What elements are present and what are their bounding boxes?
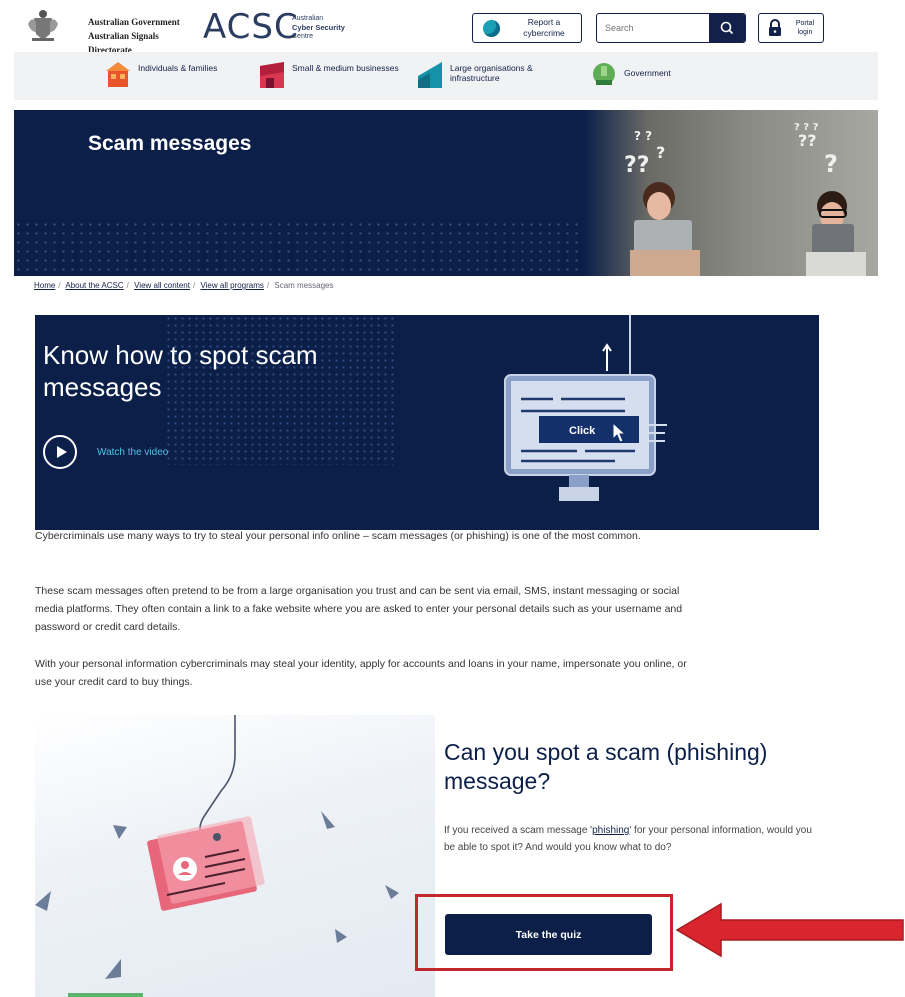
australian-government-logo[interactable]: Australian Government Australian Signals…: [28, 6, 198, 55]
intro-paragraph-2: These scam messages often pretend to be …: [35, 585, 683, 633]
quiz-heading: Can you spot a scam (phishing) message?: [444, 739, 768, 794]
breadcrumb-about-acsc[interactable]: About the ACSC: [65, 281, 123, 290]
hero-photo: ? ? ?? ? ? ? ? ?? ?: [584, 110, 878, 276]
svg-text:? ?: ? ?: [634, 129, 652, 143]
report-cybercrime-button[interactable]: Report a cybercrime: [472, 13, 582, 43]
building-icon: [418, 62, 442, 88]
breadcrumb-view-all-content[interactable]: View all content: [134, 281, 190, 290]
play-button[interactable]: [43, 435, 77, 469]
acsc-logo[interactable]: ACSC: [203, 10, 299, 44]
search-input[interactable]: [597, 14, 725, 42]
video-card: Know how to spot scam messages Watch the…: [35, 315, 819, 530]
svg-text:?: ?: [824, 150, 838, 178]
nav-item-government[interactable]: Government: [592, 62, 712, 90]
intro-paragraph-3: With your personal information cybercrim…: [35, 658, 687, 688]
coat-of-arms-icon: [28, 10, 58, 41]
phishing-hook-illustration: [35, 715, 399, 979]
quiz-illustration: [35, 715, 435, 997]
breadcrumb-current: Scam messages: [274, 281, 334, 290]
shop-icon: [260, 62, 284, 88]
search-icon: [720, 21, 734, 35]
confused-people-illustration: ? ? ?? ? ? ? ? ?? ?: [624, 122, 866, 276]
svg-text:??: ??: [798, 131, 817, 150]
hero-banner: ? ? ?? ? ? ? ? ?? ? Scam messages: [14, 110, 878, 276]
nav-item-large-organisations[interactable]: Large organisations & infrastructure: [418, 62, 568, 90]
bottom-accent-strip: [68, 993, 143, 997]
breadcrumb-view-all-programs[interactable]: View all programs: [200, 281, 263, 290]
highlight-box: [415, 894, 673, 971]
video-heading: Know how to spot scam messages: [43, 340, 318, 402]
breadcrumb: Home / About the ACSC / View all content / …: [34, 281, 334, 290]
globe-icon: [483, 20, 500, 37]
breadcrumb-home[interactable]: Home: [34, 281, 55, 290]
page-title: Scam messages: [88, 132, 252, 155]
search-button[interactable]: [709, 14, 745, 42]
search-bar: [596, 13, 746, 43]
acsc-logo-subtitle: Australian Cyber Security Centre: [292, 15, 345, 40]
house-icon: [106, 62, 130, 87]
nav-item-small-medium-businesses[interactable]: Small & medium businesses: [260, 62, 400, 90]
government-icon: [593, 63, 615, 85]
nav-item-individuals[interactable]: Individuals & families: [106, 62, 246, 90]
svg-text:??: ??: [624, 153, 650, 178]
watch-video-link[interactable]: Watch the video: [97, 447, 168, 458]
computer-screen-illustration: Click: [504, 315, 667, 501]
svg-text:?: ?: [656, 143, 665, 162]
audience-nav: Individuals & families Small & medium bu…: [14, 52, 878, 100]
click-label: Click: [569, 425, 596, 437]
hero-dot-pattern: [14, 220, 614, 276]
portal-login-button[interactable]: Portal login: [758, 13, 824, 43]
red-arrow-annotation: [675, 902, 904, 958]
government-name: Australian Government Australian Signals…: [88, 17, 180, 55]
quiz-description: If you received a scam message 'phishing…: [444, 825, 812, 853]
lock-icon: [769, 19, 781, 36]
phishing-link[interactable]: phishing: [592, 825, 629, 836]
intro-paragraph-1: Cybercriminals use many ways to try to s…: [35, 530, 641, 542]
